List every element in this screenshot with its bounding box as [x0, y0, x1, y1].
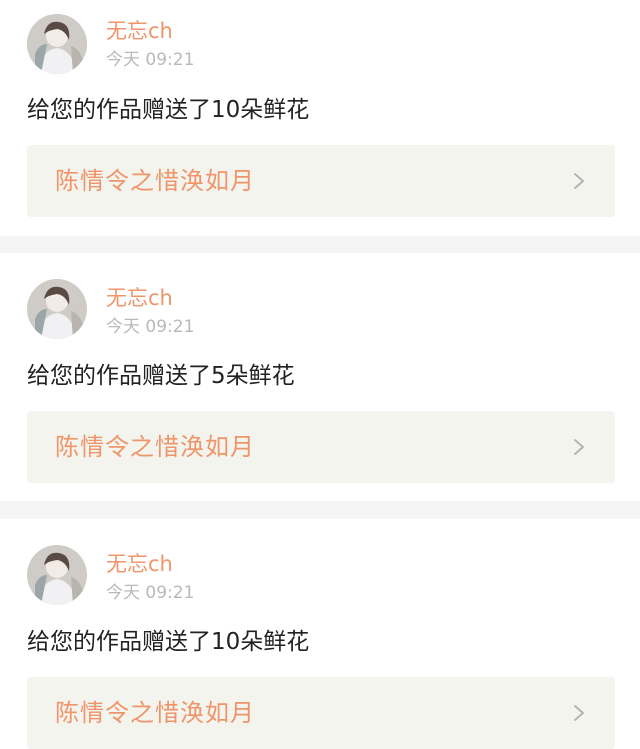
work-title: 陈情令之惜涣如月 [55, 699, 255, 727]
chevron-right-icon [574, 705, 584, 721]
notification-message: 给您的作品赠送了10朵鲜花 [27, 97, 310, 123]
notification-message: 给您的作品赠送了5朵鲜花 [27, 363, 295, 389]
username[interactable]: 无忘ch [106, 18, 173, 44]
notification-card: 无忘ch 今天 09:21 给您的作品赠送了10朵鲜花 陈情令之惜涣如月 [0, 519, 640, 749]
timestamp: 今天 09:21 [106, 317, 195, 337]
avatar[interactable] [27, 545, 87, 605]
avatar-image [27, 279, 87, 339]
work-link-card[interactable]: 陈情令之惜涣如月 [27, 411, 615, 483]
work-link-card[interactable]: 陈情令之惜涣如月 [27, 677, 615, 749]
notification-feed: 无忘ch 今天 09:21 给您的作品赠送了10朵鲜花 陈情令之惜涣如月 无忘c… [0, 0, 640, 749]
username[interactable]: 无忘ch [106, 285, 173, 311]
chevron-right-icon [574, 439, 584, 455]
avatar[interactable] [27, 279, 87, 339]
notification-message: 给您的作品赠送了10朵鲜花 [27, 629, 310, 655]
avatar[interactable] [27, 14, 87, 74]
timestamp: 今天 09:21 [106, 583, 195, 603]
notification-card: 无忘ch 今天 09:21 给您的作品赠送了5朵鲜花 陈情令之惜涣如月 [0, 253, 640, 501]
work-title: 陈情令之惜涣如月 [55, 433, 255, 461]
avatar-image [27, 545, 87, 605]
chevron-right-icon [574, 173, 584, 189]
avatar-image [27, 14, 87, 74]
notification-card: 无忘ch 今天 09:21 给您的作品赠送了10朵鲜花 陈情令之惜涣如月 [0, 0, 640, 236]
work-title: 陈情令之惜涣如月 [55, 167, 255, 195]
username[interactable]: 无忘ch [106, 551, 173, 577]
timestamp: 今天 09:21 [106, 50, 195, 70]
work-link-card[interactable]: 陈情令之惜涣如月 [27, 145, 615, 217]
